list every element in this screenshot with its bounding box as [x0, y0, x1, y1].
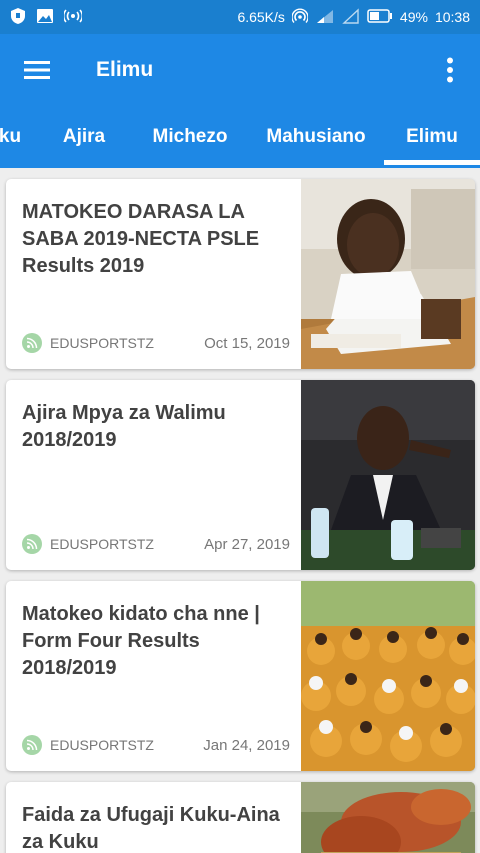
- rss-icon: [22, 735, 42, 755]
- signal-4g-icon: [315, 8, 335, 27]
- article-source: EDUSPORTSTZ: [50, 737, 154, 753]
- article-thumbnail: [301, 380, 475, 570]
- article-date: Apr 27, 2019: [204, 535, 290, 553]
- tab-elimu[interactable]: Elimu: [384, 106, 480, 168]
- article-thumbnail: [301, 581, 475, 771]
- shield-icon: [10, 7, 26, 28]
- clock: 10:38: [434, 9, 470, 25]
- rss-icon: [22, 333, 42, 353]
- article-title: MATOKEO DARASA LA SABA 2019-NECTA PSLE R…: [22, 201, 260, 277]
- article-title: Ajira Mpya za Walimu 2018/2019: [22, 402, 226, 451]
- article-card[interactable]: Matokeo kidato cha nne | Form Four Resul…: [6, 581, 475, 771]
- article-card[interactable]: MATOKEO DARASA LA SABA 2019-NECTA PSLE R…: [6, 179, 475, 369]
- article-thumbnail: [301, 179, 475, 369]
- article-title: Faida za Ufugaji Kuku-Aina za Kuku: [22, 804, 280, 853]
- article-date: Jan 24, 2019: [203, 736, 290, 754]
- article-source: EDUSPORTSTZ: [50, 536, 154, 552]
- broadcast-icon: [62, 8, 84, 26]
- tab-ajira[interactable]: Ajira: [44, 106, 124, 168]
- signal-icon: [342, 7, 360, 27]
- article-date: Oct 15, 2019: [204, 334, 290, 352]
- article-meta: EDUSPORTSTZ Apr 27, 2019: [22, 534, 290, 554]
- tab-ku[interactable]: ku: [0, 106, 30, 168]
- tab-michezo[interactable]: Michezo: [140, 106, 240, 168]
- tab-mahusiano[interactable]: Mahusiano: [254, 106, 378, 168]
- more-vert-icon[interactable]: [420, 34, 480, 106]
- article-meta: EDUSPORTSTZ Jan 24, 2019: [22, 735, 290, 755]
- hotspot-icon: [291, 8, 309, 27]
- category-tabs: ku Ajira Michezo Mahusiano Elimu: [0, 106, 480, 168]
- hamburger-menu-icon[interactable]: [0, 34, 74, 106]
- article-thumbnail: [301, 782, 475, 853]
- article-card[interactable]: Ajira Mpya za Walimu 2018/2019 EDUSPORTS…: [6, 380, 475, 570]
- app-bar: Elimu: [0, 34, 480, 106]
- rss-icon: [22, 534, 42, 554]
- status-bar: 6.65K/s 49% 10:38: [0, 0, 480, 34]
- article-title: Matokeo kidato cha nne | Form Four Resul…: [22, 603, 260, 679]
- tab-selected-indicator: [384, 160, 480, 165]
- battery-icon: [367, 8, 393, 26]
- image-icon: [36, 8, 54, 27]
- battery-percent: 49%: [399, 9, 428, 25]
- article-card[interactable]: Faida za Ufugaji Kuku-Aina za Kuku: [6, 782, 475, 853]
- network-speed: 6.65K/s: [237, 9, 285, 25]
- app-title: Elimu: [96, 58, 154, 81]
- article-meta: EDUSPORTSTZ Oct 15, 2019: [22, 333, 290, 353]
- article-source: EDUSPORTSTZ: [50, 335, 154, 351]
